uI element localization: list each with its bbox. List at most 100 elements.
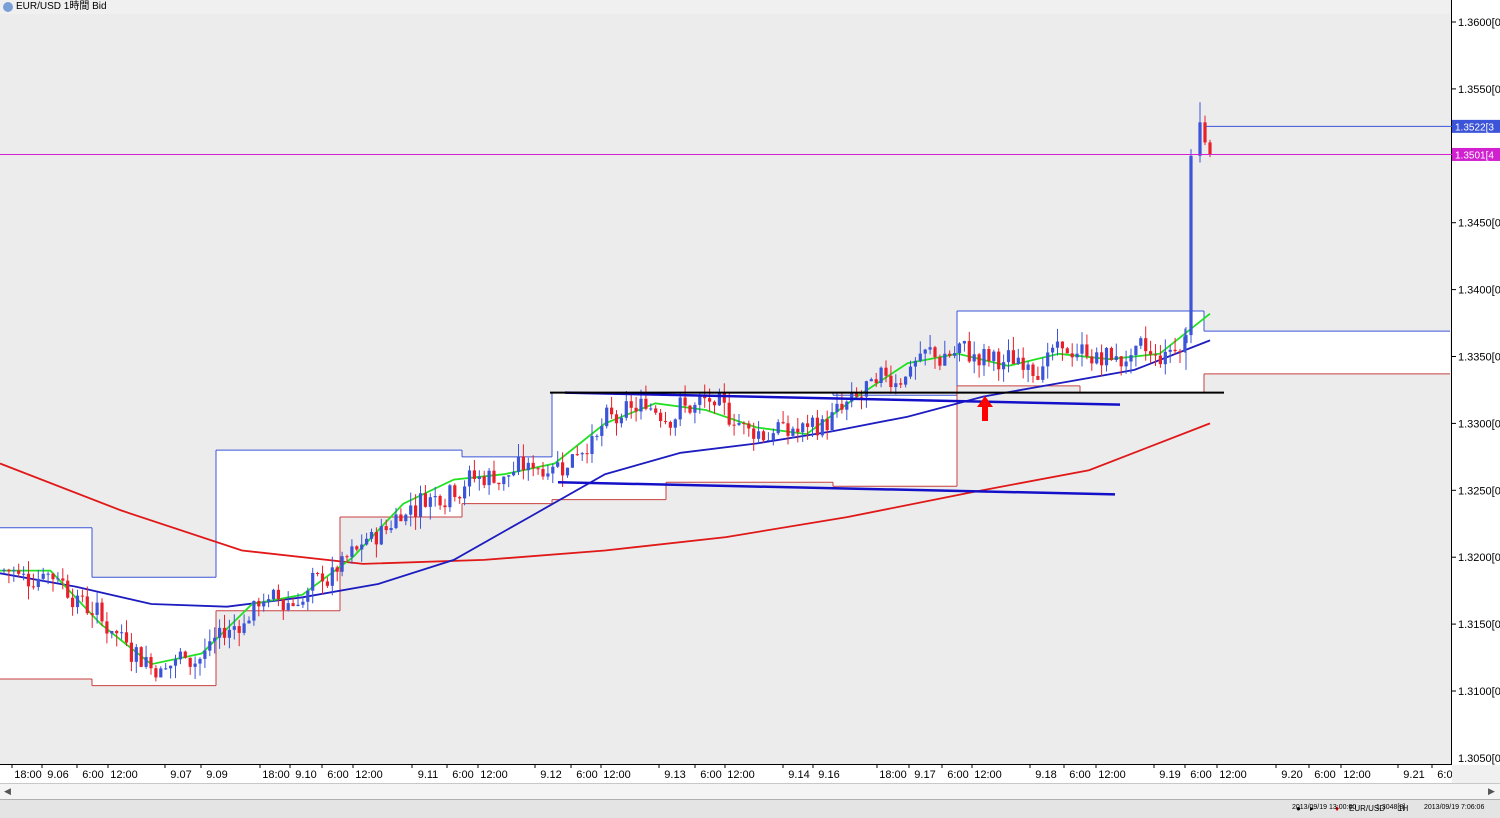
candle-body <box>262 601 266 607</box>
candle-body <box>56 578 60 580</box>
candle-body <box>771 433 775 441</box>
candle-body <box>708 398 712 402</box>
candle-body <box>482 476 486 486</box>
candle-body <box>810 417 815 427</box>
candle-body <box>668 421 672 428</box>
x-tick-label: 9.11 <box>418 769 439 781</box>
x-tick-label: 12:00 <box>110 769 138 781</box>
candle-body <box>237 626 241 633</box>
candle-body <box>967 341 971 362</box>
candle-body <box>869 379 873 382</box>
candle-body <box>193 663 197 667</box>
candle-body <box>90 613 94 615</box>
candle-body <box>453 485 457 498</box>
candle-body <box>1168 349 1172 352</box>
candle-body <box>717 392 721 406</box>
scroll-right-icon[interactable]: ▶ <box>1488 786 1495 797</box>
x-tick-label: 12:00 <box>1219 769 1247 781</box>
status-bar: ● ▸ ♦ EUR/USD 1H 2013/09/19 13:00:00 1.3… <box>0 799 1500 818</box>
x-tick-label: 12:00 <box>1343 769 1371 781</box>
x-tick-label: 12:00 <box>355 769 383 781</box>
candle-body <box>1109 347 1113 361</box>
candle-body <box>242 623 246 633</box>
candle-body <box>825 419 829 431</box>
x-tick-label: 9.18 <box>1035 769 1056 781</box>
candle-body <box>551 466 555 474</box>
candle-body <box>874 379 878 384</box>
candle-body <box>521 456 525 471</box>
candle-body <box>1026 364 1030 370</box>
candle-body <box>286 603 290 611</box>
candle-body <box>320 573 325 582</box>
x-tick-label: 9.20 <box>1281 769 1302 781</box>
candle-body <box>757 431 761 439</box>
candle-body <box>565 467 570 476</box>
candle-body <box>1184 335 1188 344</box>
candle-body <box>673 419 677 428</box>
candle-body <box>624 401 628 418</box>
candle-body <box>1090 356 1094 364</box>
status-time: 2013/09/19 13:00:00 <box>1292 804 1357 811</box>
chart-plot-area[interactable] <box>0 0 1452 765</box>
candle-body <box>448 485 452 508</box>
x-tick-label: 6:00 <box>947 769 968 781</box>
candle-body <box>188 657 192 667</box>
price-label: 1.3522[3 <box>1455 122 1494 133</box>
candle-body <box>943 353 947 366</box>
candle-body <box>144 657 148 667</box>
candle-body <box>71 597 75 608</box>
candle-body <box>1173 349 1177 352</box>
candle-body <box>350 546 354 557</box>
y-tick-label: 1.3150[0 <box>1458 619 1500 631</box>
chart-title: EUR/USD 1時間 Bid <box>16 1 107 12</box>
candle-body <box>443 505 447 508</box>
candle-body <box>531 462 535 469</box>
candle-body <box>1060 341 1064 349</box>
time-axis[interactable]: 18:00 9.06 6:00 12:00 9.07 9.09 18:00 9.10 6:00 1… <box>0 765 1452 783</box>
y-tick-label: 1.3350[0 <box>1458 352 1500 364</box>
x-tick-label: 9.14 <box>788 769 809 781</box>
y-tick-label: 1.3450[0 <box>1458 218 1500 230</box>
candle-body <box>1100 352 1104 366</box>
candle-body <box>75 595 80 608</box>
candle-body <box>580 453 584 455</box>
candle-body <box>1006 350 1011 363</box>
candle-body <box>31 586 35 588</box>
candle-body <box>487 470 491 486</box>
candle-body <box>409 505 413 515</box>
x-tick-label: 12:00 <box>1098 769 1126 781</box>
candle-body <box>908 366 913 377</box>
candle-body <box>418 493 423 517</box>
candle-body <box>458 497 462 499</box>
candle-body <box>948 353 952 356</box>
scroll-left-icon[interactable]: ◀ <box>4 786 11 797</box>
candle-body <box>796 428 800 433</box>
chart-scrollbar[interactable]: ◀ ▶ <box>0 783 1500 799</box>
candle-body <box>1139 338 1143 346</box>
chart-canvas[interactable] <box>0 0 1452 765</box>
candle-body <box>472 470 476 480</box>
status-price: 1.3048[8] <box>1376 804 1406 811</box>
candle-body <box>36 578 40 587</box>
candle-body <box>585 453 589 455</box>
x-tick-label: 6:00 <box>576 769 597 781</box>
x-tick-label: 9.07 <box>170 769 191 781</box>
candle-body <box>786 423 790 436</box>
candle-body <box>600 426 604 436</box>
candle-body <box>835 403 839 413</box>
candle-body <box>1051 347 1055 353</box>
candle-body <box>247 620 251 624</box>
price-axis[interactable]: 1.3600[0 1.3550[0 1.3450[0 1.3400[0 1.3350[0… <box>1452 0 1500 765</box>
candle-body <box>291 603 295 606</box>
x-tick-label: 12:00 <box>974 769 1002 781</box>
candle-body <box>654 408 658 413</box>
candle-body <box>1041 366 1045 380</box>
candle-body <box>840 403 844 410</box>
candle-body <box>100 602 104 622</box>
candle-body <box>208 641 212 651</box>
candle-body <box>497 482 501 485</box>
candle-body <box>22 573 26 575</box>
candle-body <box>80 595 84 597</box>
candle-body <box>536 468 540 470</box>
candle-body <box>276 589 280 600</box>
